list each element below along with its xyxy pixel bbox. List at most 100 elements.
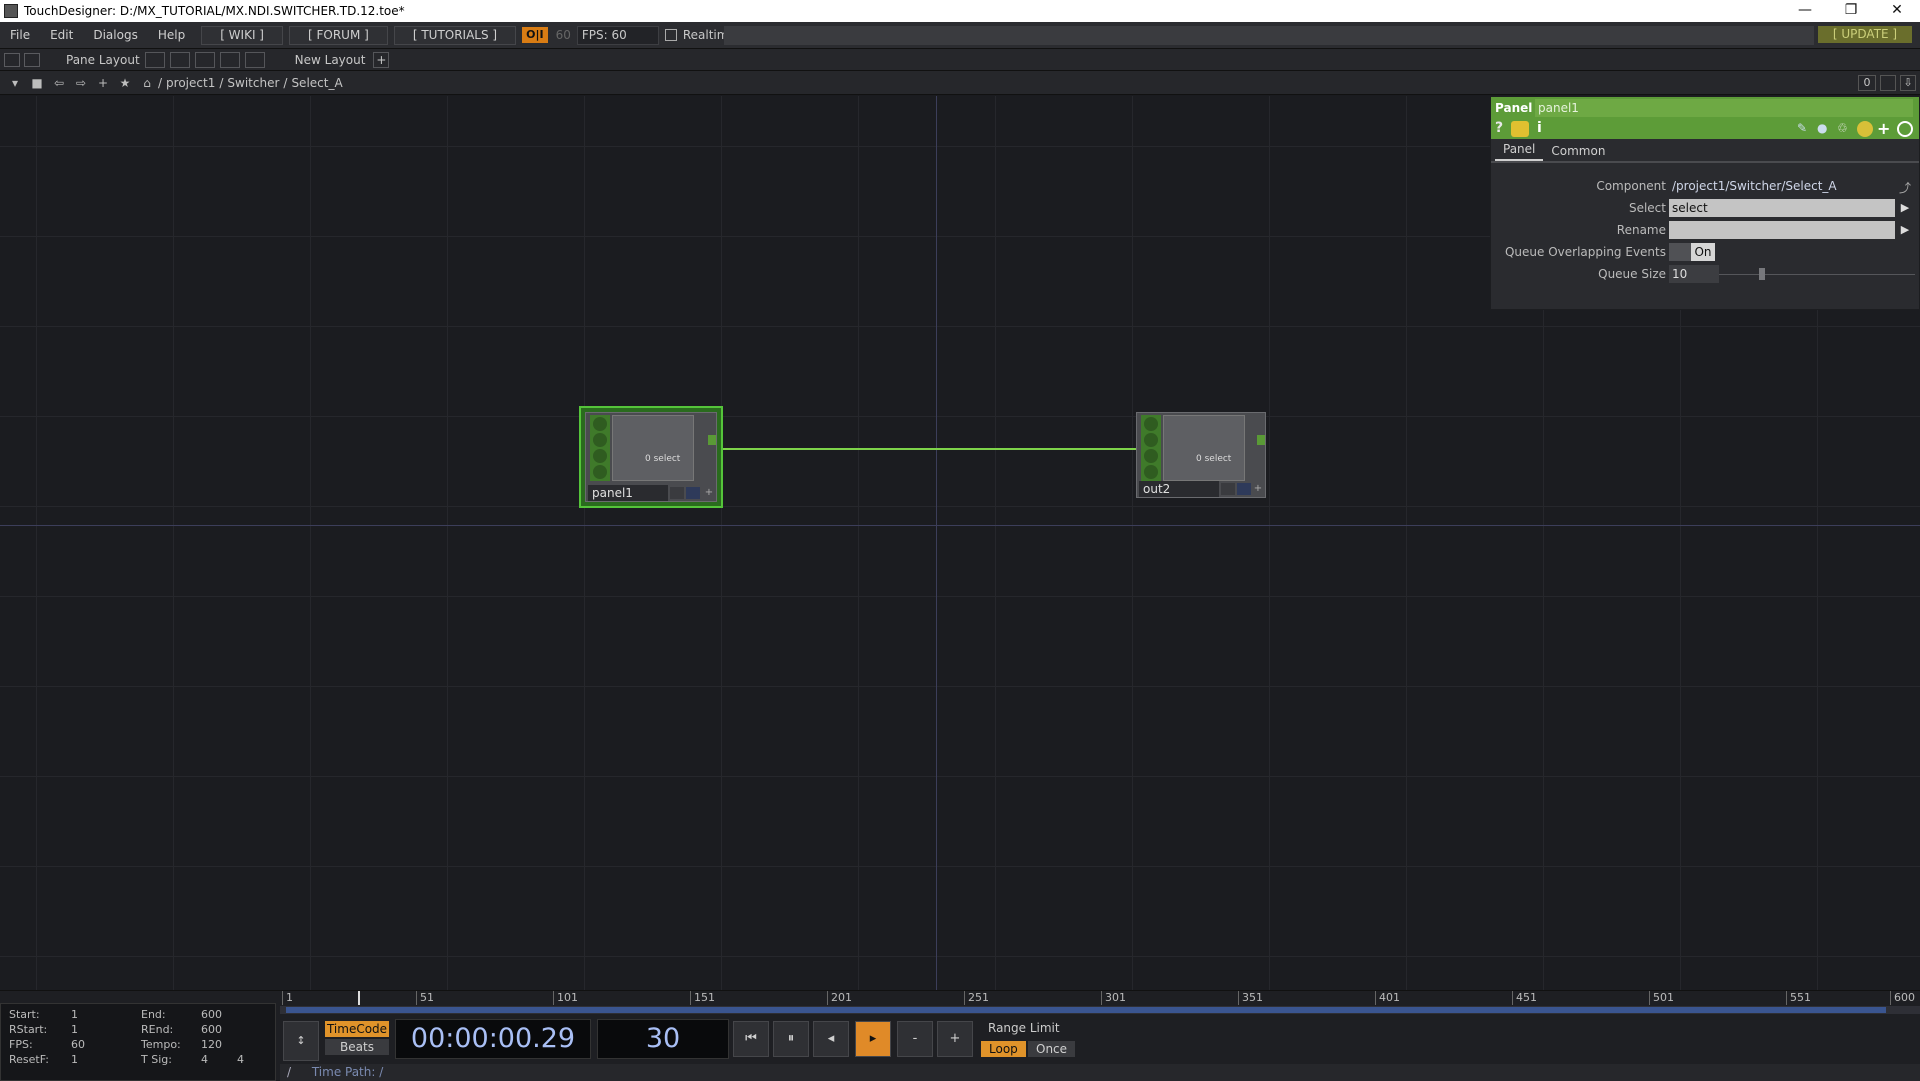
time-path-label[interactable]: Time Path: / <box>312 1065 383 1079</box>
queue-overlapping-toggle[interactable]: On <box>1691 243 1715 261</box>
viewer-flag-icon[interactable] <box>1144 417 1158 431</box>
step-plus-button[interactable]: + <box>937 1021 973 1057</box>
timeline-options-button[interactable]: ↕ <box>283 1021 319 1061</box>
python-icon[interactable] <box>1857 121 1873 137</box>
tab-common[interactable]: Common <box>1543 141 1613 161</box>
update-button[interactable]: [ UPDATE ] <box>1818 26 1912 43</box>
layout-four-icon[interactable] <box>244 51 265 68</box>
pause-button[interactable]: ⏸ <box>773 1021 809 1057</box>
rename-field[interactable] <box>1669 221 1895 239</box>
bypass-flag-icon[interactable] <box>1144 433 1158 447</box>
breadcrumb-select-a[interactable]: Select_A <box>291 76 342 90</box>
add-icon[interactable]: + <box>96 76 110 90</box>
start-value[interactable]: 1 <box>71 1008 78 1021</box>
lock-flag-icon[interactable] <box>593 465 607 479</box>
node-add-icon[interactable]: + <box>702 487 716 499</box>
breadcrumb-project1[interactable]: project1 <box>166 76 215 90</box>
stop-icon[interactable]: ■ <box>30 76 44 90</box>
rend-value[interactable]: 600 <box>201 1023 222 1036</box>
once-button[interactable]: Once <box>1028 1041 1076 1057</box>
node-wire[interactable] <box>716 448 1138 450</box>
wiki-button[interactable]: [ WIKI ] <box>201 25 283 45</box>
queue-size-field[interactable]: 10 <box>1669 265 1719 283</box>
tutorials-button[interactable]: [ TUTORIALS ] <box>393 25 517 45</box>
loop-button[interactable]: Loop <box>981 1041 1026 1057</box>
layout-three-icon[interactable] <box>219 51 240 68</box>
select-field[interactable]: select <box>1669 199 1895 217</box>
step-minus-button[interactable]: - <box>897 1021 933 1057</box>
select-arrow-button[interactable]: ▶ <box>1897 199 1913 217</box>
menu-help[interactable]: Help <box>148 28 195 42</box>
queue-size-slider-track[interactable] <box>1719 274 1915 275</box>
python-help-icon[interactable] <box>1511 121 1529 137</box>
edit-icon[interactable]: ✎ <box>1797 121 1807 135</box>
node-name[interactable]: out2 <box>1139 481 1219 497</box>
chevron-down-icon[interactable]: ▾ <box>8 76 22 90</box>
frame-display[interactable]: 30 <box>597 1019 729 1059</box>
edit-path-icon[interactable]: ⤴ <box>1899 179 1911 196</box>
frame-ruler[interactable]: 1 51 101 151 201 251 301 351 401 451 501… <box>280 991 1920 1005</box>
layout-split-h-icon[interactable] <box>194 51 215 68</box>
play-button[interactable]: ▸ <box>855 1021 891 1057</box>
export-flag-icon[interactable] <box>1144 449 1158 463</box>
home-icon[interactable]: ⌂ <box>140 76 154 90</box>
pane-icon[interactable] <box>4 52 20 67</box>
step-back-button[interactable]: ◂ <box>813 1021 849 1057</box>
maximize-pane-icon[interactable] <box>1880 75 1896 91</box>
new-layout-button[interactable]: + <box>373 51 390 68</box>
tools-icon[interactable] <box>24 52 40 67</box>
node-name[interactable]: panel1 <box>588 485 668 501</box>
export-flag-icon[interactable] <box>593 449 607 463</box>
target-icon[interactable] <box>1897 121 1913 137</box>
forward-icon[interactable]: ⇨ <box>74 76 88 90</box>
node-panel1-selection[interactable]: 0 select panel1 + <box>579 406 723 508</box>
tsig-denominator[interactable]: 4 <box>237 1053 244 1066</box>
help-icon[interactable]: ? <box>1495 120 1503 136</box>
layout-single-icon[interactable] <box>144 51 165 68</box>
op-name-field[interactable]: panel1 <box>1535 99 1913 117</box>
node-panel1[interactable]: 0 select panel1 + <box>585 412 717 502</box>
oi-button[interactable]: O|I <box>522 27 548 43</box>
back-icon[interactable]: ⇦ <box>52 76 66 90</box>
import-icon[interactable]: ⇩ <box>1900 75 1916 91</box>
breadcrumb-switcher[interactable]: Switcher <box>227 76 279 90</box>
node-viewer[interactable]: 0 select <box>1163 415 1245 481</box>
node-viewer[interactable]: 0 select <box>612 415 694 481</box>
end-value[interactable]: 600 <box>201 1008 222 1021</box>
rewind-button[interactable]: ⏮ <box>733 1021 769 1057</box>
restore-button[interactable]: ❐ <box>1828 0 1874 22</box>
info-icon[interactable]: i <box>1537 120 1542 136</box>
component-field[interactable]: /project1/Switcher/Select_A <box>1669 177 1895 195</box>
rename-arrow-button[interactable]: ▶ <box>1897 221 1913 239</box>
node-add-icon[interactable]: + <box>1251 483 1265 495</box>
fps-stat-value[interactable]: 60 <box>71 1038 85 1051</box>
add-param-icon[interactable]: + <box>1877 119 1890 138</box>
timecode-display[interactable]: 00:00:00.29 <box>395 1019 591 1059</box>
close-button[interactable]: ✕ <box>1874 0 1920 22</box>
output-connector[interactable] <box>1257 435 1265 445</box>
playhead[interactable] <box>358 991 360 1005</box>
lock-flag-icon[interactable] <box>1144 465 1158 479</box>
node-out2[interactable]: 0 select out2 + <box>1136 412 1266 498</box>
forum-button[interactable]: [ FORUM ] <box>289 25 388 45</box>
pane-counter[interactable]: 0 <box>1858 75 1876 91</box>
bypass-flag-icon[interactable] <box>593 433 607 447</box>
beats-button[interactable]: Beats <box>325 1039 389 1055</box>
tempo-value[interactable]: 120 <box>201 1038 222 1051</box>
rstart-value[interactable]: 1 <box>71 1023 78 1036</box>
menu-dialogs[interactable]: Dialogs <box>83 28 147 42</box>
realtime-checkbox[interactable] <box>664 29 677 41</box>
queue-size-slider-handle[interactable] <box>1759 268 1765 280</box>
minimize-button[interactable]: — <box>1782 0 1828 22</box>
menu-file[interactable]: File <box>0 28 40 42</box>
timecode-button[interactable]: TimeCode <box>325 1021 389 1037</box>
range-bar[interactable] <box>280 1006 1920 1014</box>
star-icon[interactable]: ★ <box>118 76 132 90</box>
menu-edit[interactable]: Edit <box>40 28 83 42</box>
comment-icon[interactable]: ● <box>1817 121 1827 135</box>
viewer-flag-icon[interactable] <box>593 417 607 431</box>
layout-split-v-icon[interactable] <box>169 51 190 68</box>
tsig-numerator[interactable]: 4 <box>201 1053 208 1066</box>
output-connector[interactable] <box>708 435 716 445</box>
clone-icon[interactable]: ♲ <box>1837 121 1848 135</box>
